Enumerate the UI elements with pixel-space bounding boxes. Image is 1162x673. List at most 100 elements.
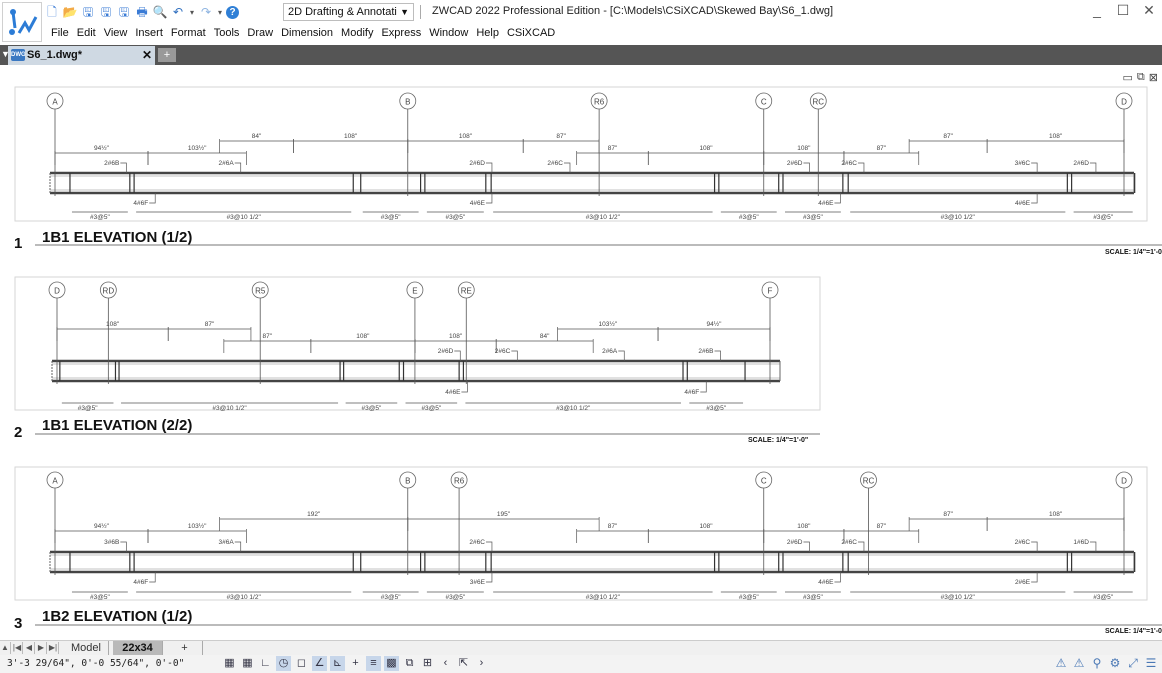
title-bar: 🗋 📂 🖫 🖫 🖫 🖶 🔍 ↶ ▾ ↷ ▾? 2D Drafting & Annotati ▼ ZW… [0,0,1162,44]
top-rebar-label: 2#6D [469,160,485,167]
elevation-view-1: A B R6 C RC D 84" 108" 108" 87" 87" 108" 94½" 103½" 87… [14,86,1162,256]
new-tab-button[interactable]: + [158,48,176,62]
save-icon[interactable]: 🖫 [80,4,96,20]
view-scale: SCALE: 1/4"=1'-0" [1105,249,1162,256]
dimension-text: 84" [540,333,550,340]
next-layout-icon[interactable]: ▶ [36,642,47,654]
layout-tab-[interactable]: + [167,641,203,655]
prev-layout-icon[interactable]: ◀ [24,642,35,654]
drawing-canvas[interactable]: ▭ ⧉ ⊠ A B R6 C RC D 84" 108" 108" 87" 87" 108" 94½" 1… [0,65,1162,640]
menu-insert[interactable]: Insert [131,24,167,42]
maximize-button[interactable]: ☐ [1116,2,1130,19]
dimension-text: 87" [263,333,273,340]
last-layout-icon[interactable]: ▶| [48,642,59,654]
viewport-minimize-icon[interactable]: ▭ [1123,71,1133,84]
grid-label: C [761,98,767,107]
print-icon[interactable]: 🖶 [134,4,150,20]
ortho-mode-icon[interactable]: ∟ [258,656,273,671]
menu-csixcad[interactable]: CSiXCAD [503,24,559,42]
window-title: ZWCAD 2022 Professional Edition - [C:\Mo… [432,5,834,17]
grid-label: B [405,98,410,107]
menu-draw[interactable]: Draw [243,24,277,42]
menu-express[interactable]: Express [377,24,425,42]
menu-tools[interactable]: Tools [210,24,244,42]
top-rebar-label: 2#6D [1073,160,1089,167]
bottom-rebar-label: 4#6E [818,579,834,586]
close-tab-icon[interactable]: ✕ [142,48,152,62]
dimension-text: 108" [1049,511,1063,518]
save-all-icon[interactable]: 🖫 [116,4,132,20]
viewport-close-icon[interactable]: ⊠ [1149,71,1158,84]
view-number: 1 [14,235,22,252]
workspace-select[interactable]: 2D Drafting & Annotati ▼ [283,3,414,21]
more-right-icon[interactable]: › [474,656,489,671]
leader-line [149,572,156,583]
view-number: 3 [14,615,22,632]
grid-display-icon[interactable]: ▦ [240,656,255,671]
maximize-viewport-icon[interactable]: ⇱ [456,656,471,671]
open-icon[interactable]: 📂 [62,4,78,20]
menu-window[interactable]: Window [425,24,472,42]
view-title: 1B2 ELEVATION (1/2) [42,608,192,625]
menu-modify[interactable]: Modify [337,24,377,42]
save-as-icon[interactable]: 🖫 [98,4,114,20]
annotation-monitor-icon[interactable]: ⊞ [420,656,435,671]
lineweight-icon[interactable]: ≡ [366,656,381,671]
status-bar: 3'-3 29/64", 0'-0 55/64", 0'-0" ▦ ▦ ∟ ◷ ◻ ∠ ⊾ +… [0,655,1162,673]
leader-line [1089,541,1097,552]
selection-cycling-icon[interactable]: ⧉ [402,656,417,671]
polar-tracking-icon[interactable]: ◷ [276,656,291,671]
undo-icon[interactable]: ↶ [170,4,186,20]
redo-icon[interactable]: ↷ [198,4,214,20]
print-preview-icon[interactable]: 🔍 [152,4,168,20]
leader-line [1031,541,1038,552]
stirrup-spacing-label: #3@5" [803,594,823,601]
menu-edit[interactable]: Edit [73,24,100,42]
layout-tab-model[interactable]: Model [64,641,109,655]
minimize-button[interactable]: _ [1090,2,1104,19]
chevron-down-icon[interactable]: ▾ [188,8,196,17]
first-layout-icon[interactable]: |◀ [12,642,23,654]
scroll-up-icon[interactable]: ▲ [0,642,11,654]
leader-line [1031,193,1038,204]
document-tab[interactable]: DWG S6_1.dwg* ✕ [8,46,155,65]
zwcad-logo-icon [9,9,38,35]
chevron-down-icon[interactable]: ▾ [216,8,224,17]
object-snap-icon[interactable]: ◻ [294,656,309,671]
menu-view[interactable]: View [100,24,132,42]
dynamic-input-icon[interactable]: + [348,656,363,671]
help-icon[interactable]: ? [226,5,239,19]
dynamic-ucs-icon[interactable]: ⊾ [330,656,345,671]
object-snap-tracking-icon[interactable]: ∠ [312,656,327,671]
grid-label: F [768,287,773,296]
view-scale: SCALE: 1/4"=1'-0" [748,437,808,444]
annotation-scale-icon[interactable]: ⚲ [1090,656,1104,671]
leader-line [1031,572,1038,583]
menu-format[interactable]: Format [167,24,210,42]
top-rebar-label: 2#6C [1015,539,1031,546]
stirrup-spacing-label: #3@10 1/2" [227,214,262,221]
clean-screen-icon[interactable]: ⤢ [1126,656,1140,671]
menu-dimension[interactable]: Dimension [277,24,337,42]
layout-tab-22x34[interactable]: 22x34 [113,641,163,655]
more-left-icon[interactable]: ‹ [438,656,453,671]
auto-scale-icon[interactable]: ⚠ [1072,656,1086,671]
annotation-visibility-icon[interactable]: ⚠ [1054,656,1068,671]
viewport-restore-icon[interactable]: ⧉ [1137,71,1145,84]
new-icon[interactable]: 🗋 [44,4,60,20]
close-button[interactable]: ✕ [1142,2,1156,19]
top-rebar-label: 2#6C [547,160,563,167]
menu-file[interactable]: File [47,24,73,42]
workspace-settings-icon[interactable]: ⚙ [1108,656,1122,671]
view-scale: SCALE: 1/4"=1'-0" [1105,628,1162,635]
customization-menu-icon[interactable]: ☰ [1144,656,1158,671]
dimension-text: 103½" [188,522,207,530]
elevation-view-3: A B R6 C RC D 192" 195" 87" 108" 94½" 103½" 87" 108" 1… [14,466,1162,635]
app-logo[interactable] [2,2,42,42]
top-rebar-label: 3#6A [219,539,235,546]
menu-help[interactable]: Help [472,24,503,42]
transparency-icon[interactable]: ▩ [384,656,399,671]
snap-mode-icon[interactable]: ▦ [222,656,237,671]
stirrup-spacing-label: #3@5" [90,594,110,601]
bottom-rebar-label: 4#6F [684,389,699,396]
